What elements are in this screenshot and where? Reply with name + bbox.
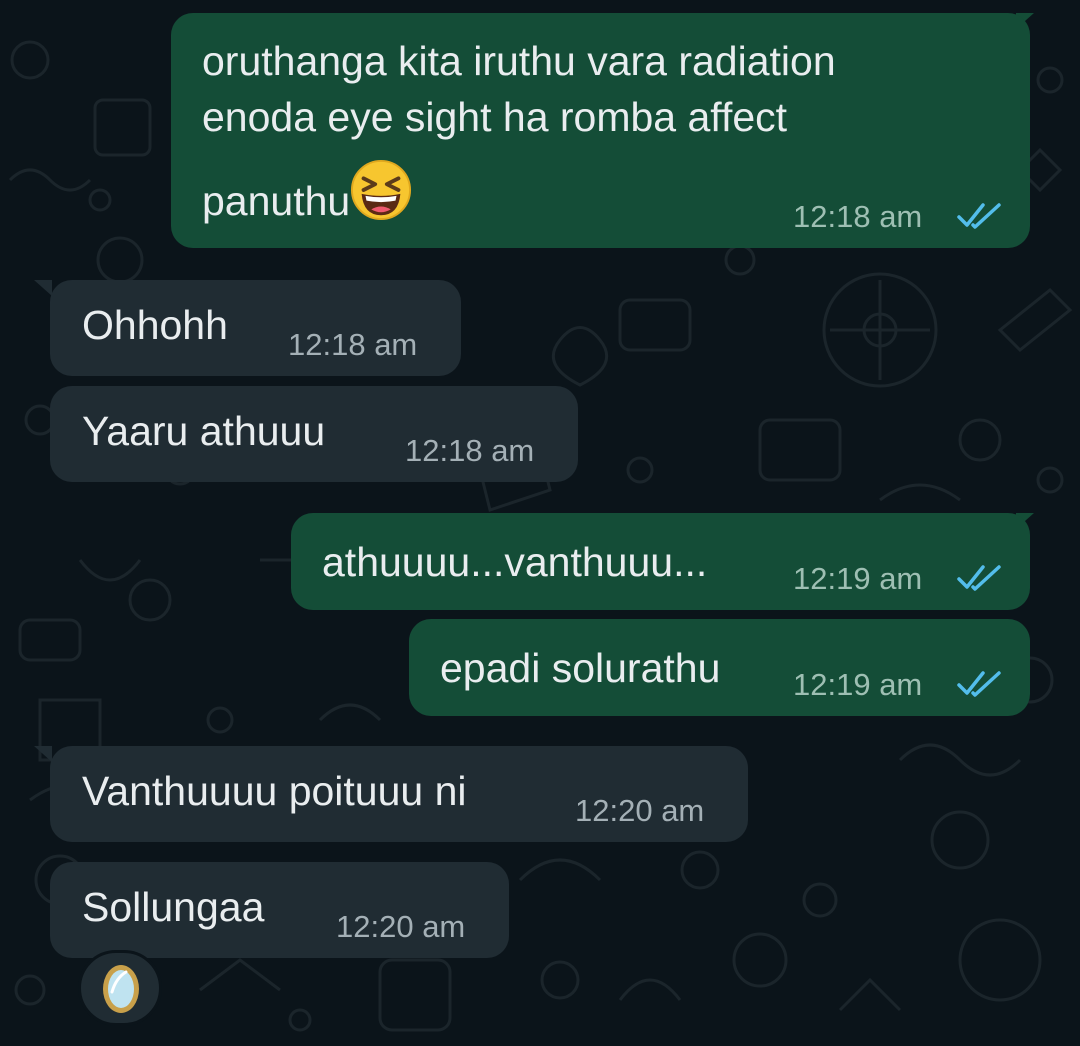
message-timestamp: 12:20 am bbox=[336, 909, 466, 944]
message-timestamp: 12:18 am bbox=[288, 327, 418, 362]
message-text: Ohhohh bbox=[82, 302, 228, 348]
message-text: Vanthuuuu poituuu ni bbox=[82, 768, 467, 814]
grinning-squinting-face-icon bbox=[351, 159, 412, 221]
incoming-message-bubble[interactable]: Ohhohh 12:18 am bbox=[50, 280, 461, 376]
message-text-line: oruthanga kita iruthu vara radiation bbox=[202, 38, 836, 84]
message-timestamp: 12:18 am bbox=[793, 199, 923, 234]
bubble-tail bbox=[34, 746, 52, 762]
incoming-message-bubble[interactable]: Sollungaa 12:20 am bbox=[50, 862, 509, 958]
outgoing-message-bubble[interactable]: epadi solurathu 12:19 am bbox=[409, 619, 1030, 716]
message-timestamp: 12:19 am bbox=[793, 667, 923, 702]
message-timestamp: 12:18 am bbox=[405, 433, 535, 468]
message-text: athuuuu...vanthuuu... bbox=[322, 539, 708, 585]
read-receipt-icon bbox=[957, 671, 1001, 697]
read-receipt-icon bbox=[957, 565, 1001, 591]
incoming-message-bubble[interactable]: Yaaru athuuu 12:18 am bbox=[50, 386, 578, 482]
chat-message-list: oruthanga kita iruthu vara radiation eno… bbox=[0, 0, 1080, 1046]
message-timestamp: 12:19 am bbox=[793, 561, 923, 596]
mirror-icon bbox=[103, 965, 139, 1013]
bubble-tail bbox=[34, 280, 52, 296]
read-receipt-icon bbox=[957, 203, 1001, 229]
outgoing-message-bubble[interactable]: oruthanga kita iruthu vara radiation eno… bbox=[171, 13, 1030, 248]
message-text: Sollungaa bbox=[82, 884, 265, 930]
message-text: Yaaru athuuu bbox=[82, 408, 326, 454]
message-reaction[interactable] bbox=[78, 950, 162, 1026]
incoming-message-bubble[interactable]: Vanthuuuu poituuu ni 12:20 am bbox=[50, 746, 748, 842]
message-text-line: enoda eye sight ha romba affect bbox=[202, 94, 788, 140]
message-text: epadi solurathu bbox=[440, 645, 721, 691]
outgoing-message-bubble[interactable]: athuuuu...vanthuuu... 12:19 am bbox=[291, 513, 1030, 610]
message-text-line: panuthu bbox=[202, 159, 412, 229]
message-timestamp: 12:20 am bbox=[575, 793, 705, 828]
